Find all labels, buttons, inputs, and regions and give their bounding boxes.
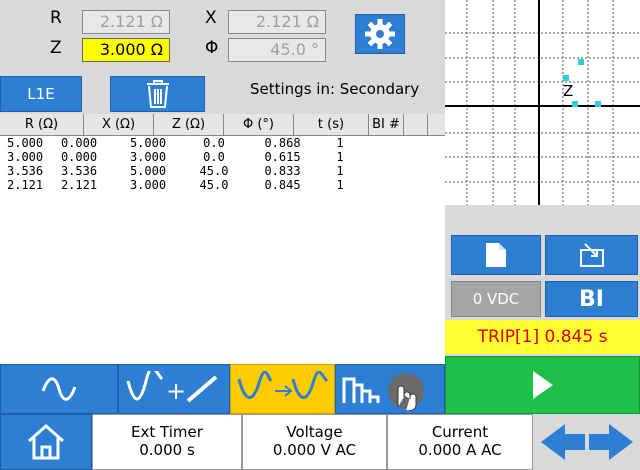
point-marker <box>595 101 601 107</box>
cell-z: 3.000 <box>129 178 167 192</box>
new-file-button[interactable] <box>451 235 541 275</box>
cell-t: 0.868 <box>264 136 301 150</box>
gear-icon <box>365 19 395 49</box>
cell-phi: 0.0 <box>203 150 225 164</box>
r-label: R <box>50 8 62 28</box>
cell-t: 0.615 <box>264 150 301 164</box>
column-header: Z (Ω) <box>154 114 224 135</box>
column-header-blank <box>404 114 428 135</box>
mode-sine-ramp[interactable]: + <box>118 364 230 414</box>
ext-timer-readout: Ext Timer 0.000 s <box>92 414 242 470</box>
point-marker <box>563 75 569 81</box>
cell-bi: 1 <box>336 164 344 178</box>
point-marker <box>572 101 578 107</box>
trip-status: TRIP[1] 0.845 s <box>445 320 640 354</box>
impedance-plot[interactable]: Z <box>445 0 640 205</box>
mode-sine[interactable] <box>0 364 118 414</box>
z-marker-label: Z <box>563 82 573 100</box>
svg-text:+: + <box>166 377 186 405</box>
play-icon <box>532 371 553 399</box>
navigation-arrows <box>533 414 640 470</box>
current-readout: Current 0.000 A AC <box>387 414 533 470</box>
sine-sequence-icon <box>237 371 328 399</box>
mode-bar: + <box>0 364 445 414</box>
cell-bi: 1 <box>336 150 344 164</box>
sine-wave-icon <box>41 377 77 401</box>
cell-phi: 0.0 <box>203 136 225 150</box>
settings-mode-label: Settings in: Secondary <box>250 80 420 98</box>
table-row[interactable]: 3.536 3.536 5.000 45.0 0.833 1 <box>0 164 445 178</box>
r-field[interactable]: 2.121 Ω <box>82 10 170 34</box>
new-file-icon <box>486 243 506 267</box>
column-header: X (Ω) <box>84 114 154 135</box>
x-field[interactable]: 2.121 Ω <box>228 10 326 34</box>
home-button[interactable] <box>0 414 92 470</box>
z-field[interactable]: 3.000 Ω <box>82 38 170 62</box>
phi-field[interactable]: 45.0 ° <box>228 38 326 62</box>
cell-phi: 45.0 <box>199 178 229 192</box>
export-button[interactable] <box>545 235 638 275</box>
table-row[interactable]: 3.000 0.000 3.000 0.0 0.615 1 <box>0 150 445 164</box>
cell-x: 3.536 <box>60 164 98 178</box>
cell-phi: 45.0 <box>199 164 229 178</box>
l1e-button[interactable]: L1E <box>0 76 82 112</box>
table-row[interactable]: 2.121 2.121 3.000 45.0 0.845 1 <box>0 178 445 192</box>
results-table: R (Ω) X (Ω) Z (Ω) Φ (°) t (s) BI # 5.000… <box>0 114 445 364</box>
status-bar: Ext Timer 0.000 s Voltage 0.000 V AC Cur… <box>0 414 640 470</box>
home-icon <box>28 423 64 460</box>
cell-r: 5.000 <box>7 136 44 150</box>
voltage-readout: Voltage 0.000 V AC <box>242 414 387 470</box>
point-marker <box>578 59 584 65</box>
current-value: 0.000 A AC <box>418 441 502 459</box>
parameter-panel: R 2.121 Ω X 2.121 Ω Z 3.000 Ω Φ 45.0 ° <box>0 0 445 75</box>
table-row[interactable]: 5.000 0.000 5.000 0.0 0.868 1 <box>0 136 445 150</box>
voltage-label: Voltage <box>286 423 343 441</box>
settings-button[interactable] <box>355 14 405 54</box>
column-header: t (s) <box>294 114 369 135</box>
cell-bi: 1 <box>336 178 344 192</box>
cell-x: 0.000 <box>60 136 98 150</box>
start-button[interactable] <box>445 356 640 414</box>
current-label: Current <box>431 423 489 441</box>
binary-input-button[interactable]: BI <box>545 281 638 317</box>
z-label: Z <box>50 38 62 58</box>
cell-r: 3.536 <box>7 164 44 178</box>
cell-r: 2.121 <box>7 178 44 192</box>
cell-t: 0.833 <box>264 164 301 178</box>
arrow-left-icon[interactable] <box>537 414 587 470</box>
cell-z: 3.000 <box>129 150 167 164</box>
delete-button[interactable] <box>110 76 205 112</box>
ext-timer-value: 0.000 s <box>139 441 195 459</box>
cell-r: 3.000 <box>7 150 44 164</box>
cell-t: 0.845 <box>264 178 301 192</box>
mode-sequencer[interactable] <box>335 364 445 414</box>
cell-z: 5.000 <box>129 164 167 178</box>
cell-x: 0.000 <box>60 150 98 164</box>
export-icon <box>579 243 604 267</box>
column-header: BI # <box>369 114 404 135</box>
arrow-right-icon[interactable] <box>587 414 637 470</box>
cell-bi: 1 <box>336 136 344 150</box>
mode-sine-sequence[interactable] <box>230 364 335 414</box>
column-header: Φ (°) <box>224 114 294 135</box>
impedance-plot-canvas: Z <box>445 0 640 205</box>
l1e-label: L1E <box>27 85 55 103</box>
dc-voltage-indicator: 0 VDC <box>451 281 541 317</box>
table-header: R (Ω) X (Ω) Z (Ω) Φ (°) t (s) BI # <box>0 114 445 136</box>
voltage-value: 0.000 V AC <box>272 441 357 459</box>
column-header: R (Ω) <box>0 114 84 135</box>
cell-z: 5.000 <box>129 136 167 150</box>
ext-timer-label: Ext Timer <box>131 423 203 441</box>
sine-ramp-icon: + <box>126 371 218 405</box>
phi-label: Φ <box>205 38 219 58</box>
x-label: X <box>205 8 217 28</box>
right-panel: 0 VDC BI TRIP[1] 0.845 s <box>445 205 640 370</box>
sequencer-touch-icon <box>342 373 424 411</box>
trash-icon <box>146 80 169 108</box>
cell-x: 2.121 <box>60 178 98 192</box>
